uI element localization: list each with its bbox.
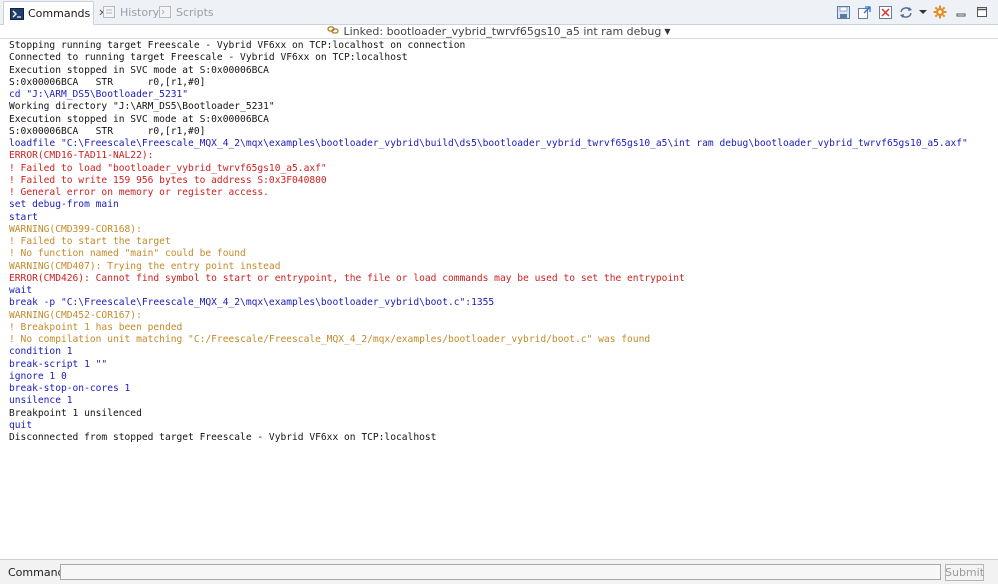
- command-input[interactable]: [60, 564, 941, 580]
- console-line: Connected to running target Freescale - …: [9, 52, 408, 64]
- settings-icon[interactable]: [932, 4, 948, 20]
- console-lines: Stopping running target Freescale - Vybr…: [0, 39, 998, 444]
- console-line: ERROR(CMD426): Cannot find symbol to sta…: [9, 272, 685, 284]
- console-line: wait: [9, 285, 33, 296]
- minimize-icon[interactable]: [953, 4, 969, 20]
- console-line: ! No function named "main" could be foun…: [9, 248, 246, 260]
- export-icon[interactable]: [856, 4, 872, 20]
- save-icon[interactable]: [835, 4, 851, 20]
- command-bar: Command: Submit: [0, 559, 998, 584]
- console-line: cd "J:\ARM_DS5\Bootloader_5231": [9, 89, 189, 100]
- console-line: loadfile "C:\Freescale\Freescale_MQX_4_2…: [9, 138, 968, 149]
- tab-scripts[interactable]: Scripts: [152, 1, 214, 23]
- console-line: break-script 1 "": [9, 358, 108, 370]
- console-line: start: [9, 211, 38, 223]
- console-line: Execution stopped in SVC mode at S:0x000…: [9, 113, 269, 125]
- tab-label: Commands: [28, 7, 91, 20]
- clear-console-icon[interactable]: [877, 4, 893, 20]
- tab-history[interactable]: History: [96, 1, 159, 23]
- command-label: Command:: [8, 565, 69, 579]
- console-line: WARNING(CMD452-COR167):: [9, 309, 142, 321]
- console-line: Disconnected from stopped target Freesca…: [9, 432, 437, 443]
- view-tab-bar: Commands ✕ History Scripts: [0, 0, 998, 25]
- linked-context-label: Linked: bootloader_vybrid_twrvf65gs10_a5…: [343, 24, 662, 38]
- console-line: ! Breakpoint 1 has been pended: [9, 321, 183, 333]
- history-icon: [102, 6, 116, 18]
- view-toolbar: [835, 3, 990, 21]
- console-line: ERROR(CMD16-TAD11-NAL22):: [9, 150, 154, 162]
- console-line: ! No compilation unit matching "C:/Frees…: [9, 334, 651, 345]
- console-line: quit: [9, 419, 33, 431]
- linked-context-selector[interactable]: Linked: bootloader_vybrid_twrvf65gs10_a5…: [0, 24, 998, 38]
- console-line: ! Failed to load "bootloader_vybrid_twrv…: [9, 162, 327, 174]
- console-line: ! Failed to start the target: [9, 236, 171, 247]
- tab-commands[interactable]: Commands ✕: [3, 1, 107, 25]
- link-icon: [327, 24, 340, 39]
- sync-icon[interactable]: [898, 4, 914, 20]
- console-line: ! Failed to write 159 956 bytes to addre…: [9, 174, 327, 186]
- console-line: ignore 1 0: [9, 370, 67, 382]
- scripts-icon: [158, 6, 172, 18]
- console-output[interactable]: Stopping running target Freescale - Vybr…: [0, 38, 998, 558]
- console-line: WARNING(CMD399-COR168):: [9, 223, 142, 235]
- console-line: S:0x00006BCA STR r0,[r1,#0]: [9, 76, 206, 88]
- console-line: break-stop-on-cores 1: [9, 383, 131, 394]
- console-line: Working directory "J:\ARM_DS5\Bootloader…: [9, 101, 275, 113]
- console-line: set debug-from main: [9, 199, 119, 211]
- console-line: condition 1: [9, 346, 73, 358]
- chevron-down-icon: ▼: [664, 26, 671, 36]
- terminal-icon: [10, 7, 24, 20]
- console-line: Breakpoint 1 unsilenced: [9, 407, 142, 419]
- console-line: break -p "C:\Freescale\Freescale_MQX_4_2…: [9, 297, 495, 309]
- submit-button[interactable]: Submit: [945, 563, 984, 581]
- maximize-icon[interactable]: [974, 4, 990, 20]
- console-line: S:0x00006BCA STR r0,[r1,#0]: [9, 125, 206, 137]
- console-line: Execution stopped in SVC mode at S:0x000…: [9, 64, 269, 76]
- console-line: ! General error on memory or register ac…: [9, 187, 269, 198]
- console-line: Stopping running target Freescale - Vybr…: [9, 40, 466, 51]
- menu-dropdown-icon[interactable]: [919, 4, 927, 20]
- console-line: unsilence 1: [9, 395, 73, 407]
- tab-label: Scripts: [176, 5, 214, 19]
- console-line: WARNING(CMD407): Trying the entry point …: [9, 260, 281, 272]
